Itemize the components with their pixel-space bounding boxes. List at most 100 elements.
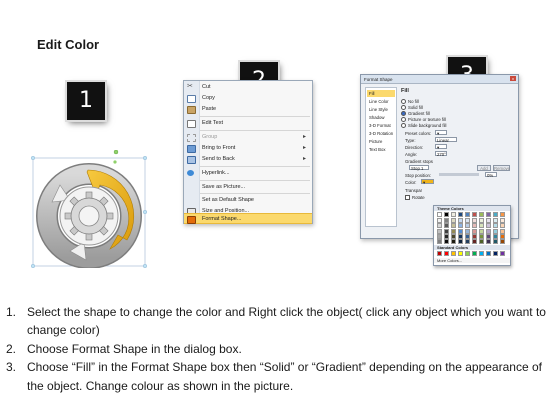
nav-item-text-box[interactable]: Text Box [367, 146, 395, 153]
theme-shade-swatch[interactable] [465, 228, 470, 234]
theme-shade-swatch[interactable] [451, 233, 456, 239]
theme-shade-swatch[interactable] [479, 233, 484, 239]
theme-shade-swatch[interactable] [465, 218, 470, 223]
standard-color-swatch[interactable] [500, 251, 505, 256]
theme-shade-swatch[interactable] [486, 239, 491, 245]
angle-input[interactable]: 270° [435, 151, 447, 157]
theme-shade-swatch[interactable] [465, 233, 470, 239]
rotate-with-shape-checkbox[interactable]: Rotate [405, 195, 425, 201]
theme-shade-swatch[interactable] [486, 218, 491, 223]
theme-shade-swatch[interactable] [437, 239, 442, 245]
theme-shade-swatch[interactable] [458, 239, 463, 245]
radio-gradient-fill[interactable]: Gradient fill [401, 111, 430, 117]
theme-color-swatch[interactable] [486, 212, 491, 217]
color-picker-button[interactable]: ▾ [421, 179, 434, 185]
theme-shade-swatch[interactable] [479, 218, 484, 223]
menu-item-hyperlink[interactable]: Hyperlink... [184, 168, 312, 178]
theme-color-swatch[interactable] [458, 212, 463, 217]
theme-shade-swatch[interactable] [444, 239, 449, 245]
theme-shade-swatch[interactable] [451, 228, 456, 234]
add-stop-button[interactable]: Add [477, 165, 491, 171]
standard-color-swatch[interactable] [493, 251, 498, 256]
theme-shade-swatch[interactable] [479, 228, 484, 234]
theme-shade-swatch[interactable] [479, 239, 484, 245]
theme-shade-swatch[interactable] [437, 228, 442, 234]
theme-shade-swatch[interactable] [493, 223, 498, 229]
theme-color-swatch[interactable] [500, 212, 505, 217]
menu-item-set-default-shape[interactable]: Set as Default Shape [184, 195, 312, 205]
theme-shade-swatch[interactable] [493, 228, 498, 234]
theme-color-swatch[interactable] [479, 212, 484, 217]
menu-item-group[interactable]: Group ▸ [184, 132, 312, 142]
nav-item-line-style[interactable]: Line Style [367, 106, 395, 113]
theme-shade-swatch[interactable] [465, 239, 470, 245]
theme-shade-swatch[interactable] [472, 228, 477, 234]
theme-shade-swatch[interactable] [493, 233, 498, 239]
nav-item-shadow[interactable]: Shadow [367, 114, 395, 121]
theme-shade-swatch[interactable] [472, 223, 477, 229]
gradient-stop-dropdown[interactable]: Stop 1 [409, 165, 429, 171]
nav-item-fill[interactable]: Fill [367, 90, 395, 97]
standard-color-swatch[interactable] [444, 251, 449, 256]
standard-color-swatch[interactable] [458, 251, 463, 256]
menu-item-format-shape[interactable]: Format Shape... [184, 213, 312, 224]
theme-shade-swatch[interactable] [451, 223, 456, 229]
theme-color-swatch[interactable] [437, 212, 442, 217]
theme-shade-swatch[interactable] [465, 223, 470, 229]
circular-arrows-gear-graphic[interactable] [30, 150, 148, 268]
menu-item-send-to-back[interactable]: Send to Back ▸ [184, 154, 312, 164]
type-dropdown[interactable]: Linear [435, 137, 457, 143]
theme-shade-swatch[interactable] [479, 223, 484, 229]
theme-shade-swatch[interactable] [500, 223, 505, 229]
radio-solid-fill[interactable]: Solid fill [401, 105, 423, 111]
radio-slide-background-fill[interactable]: Slide background fill [401, 123, 446, 129]
standard-color-swatch[interactable] [472, 251, 477, 256]
menu-item-cut[interactable]: ✂ Cut [184, 82, 312, 92]
stop-position-input[interactable]: 0% [485, 172, 497, 178]
theme-color-swatch[interactable] [444, 212, 449, 217]
theme-shade-swatch[interactable] [444, 233, 449, 239]
theme-shade-swatch[interactable] [500, 239, 505, 245]
theme-shade-swatch[interactable] [444, 223, 449, 229]
theme-shade-swatch[interactable] [458, 233, 463, 239]
standard-color-swatch[interactable] [451, 251, 456, 256]
standard-color-swatch[interactable] [486, 251, 491, 256]
standard-color-swatch[interactable] [465, 251, 470, 256]
more-colors-link[interactable]: More Colors... [434, 258, 510, 263]
theme-shade-swatch[interactable] [493, 218, 498, 223]
preset-colors-dropdown[interactable]: ▾ [435, 130, 447, 136]
direction-dropdown[interactable]: ▾ [435, 144, 447, 150]
nav-item-3d-rotation[interactable]: 3-D Rotation [367, 130, 395, 137]
theme-shade-swatch[interactable] [486, 223, 491, 229]
theme-shade-swatch[interactable] [493, 239, 498, 245]
theme-shade-swatch[interactable] [458, 228, 463, 234]
menu-item-save-as-picture[interactable]: Save as Picture... [184, 182, 312, 192]
radio-no-fill[interactable]: No fill [401, 99, 419, 105]
theme-shade-swatch[interactable] [451, 218, 456, 223]
theme-shade-swatch[interactable] [472, 218, 477, 223]
standard-color-swatch[interactable] [479, 251, 484, 256]
theme-shade-swatch[interactable] [451, 239, 456, 245]
theme-shade-swatch[interactable] [500, 233, 505, 239]
menu-item-paste[interactable]: Paste [184, 104, 312, 114]
theme-shade-swatch[interactable] [472, 239, 477, 245]
theme-shade-swatch[interactable] [458, 223, 463, 229]
close-icon[interactable]: x [510, 76, 516, 81]
theme-shade-swatch[interactable] [486, 228, 491, 234]
remove-stop-button[interactable]: Remove [493, 165, 510, 171]
dialog-title-bar[interactable]: Format Shape [361, 75, 518, 84]
theme-shade-swatch[interactable] [437, 218, 442, 223]
nav-item-picture[interactable]: Picture [367, 138, 395, 145]
nav-item-line-color[interactable]: Line Color [367, 98, 395, 105]
theme-shade-swatch[interactable] [444, 228, 449, 234]
theme-shade-swatch[interactable] [437, 233, 442, 239]
theme-shade-swatch[interactable] [444, 218, 449, 223]
theme-color-swatch[interactable] [451, 212, 456, 217]
menu-item-edit-text[interactable]: Edit Text [184, 118, 312, 128]
theme-color-swatch[interactable] [465, 212, 470, 217]
menu-item-copy[interactable]: Copy [184, 93, 312, 103]
theme-color-swatch[interactable] [493, 212, 498, 217]
theme-shade-swatch[interactable] [472, 233, 477, 239]
radio-picture-fill[interactable]: Picture or texture fill [401, 117, 446, 123]
theme-color-swatch[interactable] [472, 212, 477, 217]
